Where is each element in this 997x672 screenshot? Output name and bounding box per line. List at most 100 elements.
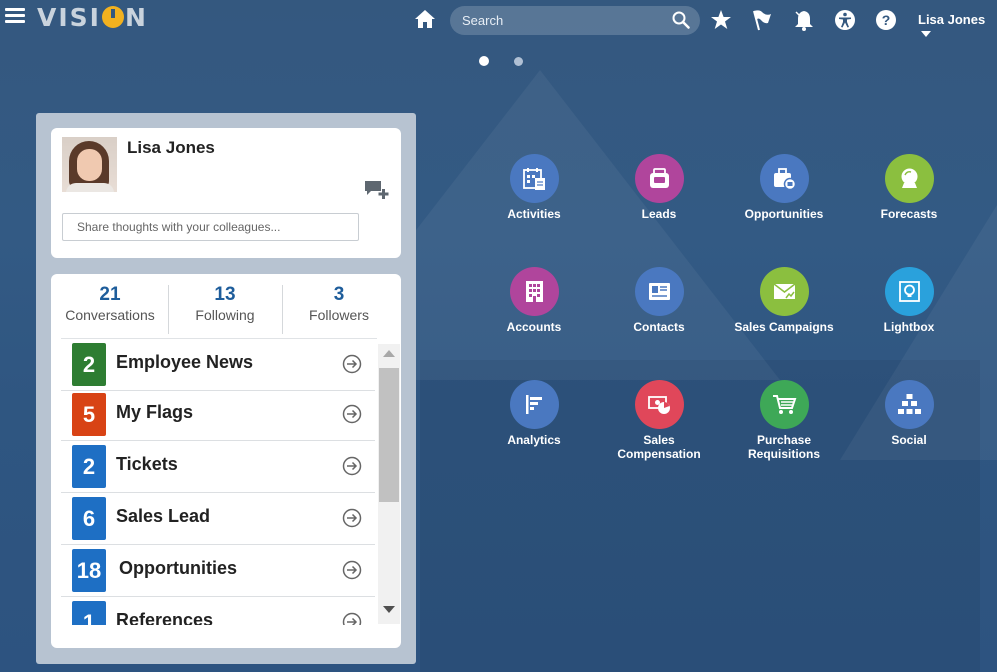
social-icon (897, 394, 921, 414)
stat-followers[interactable]: 3 Followers (282, 284, 396, 323)
stat-value: 3 (333, 284, 345, 305)
app-circle (509, 154, 559, 203)
svg-text:?: ? (882, 12, 891, 28)
app-circle (509, 380, 559, 429)
list-scrollbar[interactable] (378, 344, 400, 624)
arrow-right-circle-icon[interactable] (342, 612, 362, 625)
app-accounts[interactable]: Accounts (474, 267, 594, 334)
app-lightbox[interactable]: Lightbox (849, 267, 969, 334)
app-sales-campaigns[interactable]: Sales Campaigns (724, 267, 844, 334)
app-label: Social (891, 433, 927, 447)
hamburger-menu-icon[interactable] (5, 8, 25, 24)
app-label: Activities (507, 207, 561, 221)
arrow-right-circle-icon[interactable] (342, 508, 362, 528)
count-badge: 18 (72, 549, 106, 592)
app-label: Accounts (506, 320, 562, 334)
notifications-bell-icon[interactable] (793, 9, 815, 31)
search-icon[interactable] (672, 11, 690, 29)
app-activities[interactable]: Activities (474, 154, 594, 221)
arrow-right-circle-icon[interactable] (342, 404, 362, 424)
app-social[interactable]: Social (849, 380, 969, 447)
list-item-label: Employee News (116, 352, 254, 372)
accounts-icon (525, 281, 543, 302)
app-label: Sales Campaigns (734, 320, 834, 334)
opportunities-icon (773, 168, 796, 191)
app-purchase-requisitions[interactable]: Purchase Requisitions (724, 380, 844, 461)
forecasts-icon (901, 168, 917, 188)
arrow-right-circle-icon[interactable] (342, 560, 362, 580)
user-menu[interactable]: Lisa Jones (918, 12, 997, 42)
activity-list: 2 Employee News 5 My Flags 2 Tickets 6 S… (61, 338, 377, 625)
app-label: Sales Compensation (617, 433, 701, 461)
list-item-label: Tickets (116, 454, 178, 474)
chevron-down-icon (921, 31, 931, 37)
count-badge: 6 (72, 497, 106, 540)
app-forecasts[interactable]: Forecasts (849, 154, 969, 221)
scroll-up-icon[interactable] (383, 350, 395, 357)
list-item-label: Opportunities (119, 558, 237, 578)
new-conversation-icon[interactable] (364, 179, 390, 201)
lightbox-icon (898, 281, 920, 302)
count-badge: 2 (72, 445, 106, 488)
share-thoughts-input[interactable] (62, 213, 359, 241)
social-panel: Lisa Jones 21 Conversations 13 Following… (36, 113, 416, 664)
stat-label: Following (195, 307, 255, 323)
app-label: Leads (641, 207, 677, 221)
app-circle (634, 267, 684, 316)
app-circle (884, 154, 934, 203)
app-opportunities[interactable]: Opportunities (724, 154, 844, 221)
list-item-opportunities[interactable]: 18 Opportunities (61, 545, 375, 597)
accessibility-icon[interactable] (834, 9, 856, 31)
stat-label: Followers (309, 307, 369, 323)
sales-campaigns-icon (773, 283, 795, 299)
top-bar: VISIN ? Lisa Jones (0, 0, 997, 40)
scroll-thumb[interactable] (379, 368, 399, 502)
sales-compensation-icon (647, 396, 670, 414)
app-analytics[interactable]: Analytics (474, 380, 594, 447)
count-badge: 2 (72, 343, 106, 386)
app-label: Lightbox (883, 320, 935, 334)
app-leads[interactable]: Leads (599, 154, 719, 221)
count-badge: 5 (72, 393, 106, 436)
list-item-label: References (116, 610, 214, 625)
scroll-down-icon[interactable] (383, 606, 395, 613)
home-icon[interactable] (414, 9, 436, 29)
list-item-employee-news[interactable]: 2 Employee News (61, 339, 375, 391)
carousel-dot-2[interactable] (514, 57, 523, 66)
app-label: Analytics (507, 433, 561, 447)
search-input[interactable] (462, 11, 662, 30)
app-circle (509, 267, 559, 316)
profile-name[interactable]: Lisa Jones (127, 138, 215, 158)
purchase-requisitions-icon (772, 395, 796, 414)
app-label: Forecasts (880, 207, 938, 221)
app-contacts[interactable]: Contacts (599, 267, 719, 334)
app-label: Contacts (633, 320, 685, 334)
favorites-star-icon[interactable] (710, 9, 732, 31)
app-sales-compensation[interactable]: Sales Compensation (599, 380, 719, 461)
count-badge: 1 (72, 601, 106, 625)
stats-card: 21 Conversations 13 Following 3 Follower… (51, 274, 401, 648)
help-icon[interactable]: ? (875, 9, 897, 31)
stat-conversations[interactable]: 21 Conversations (53, 284, 167, 323)
list-item-tickets[interactable]: 2 Tickets (61, 441, 375, 493)
vision-logo[interactable]: VISI N (37, 3, 148, 32)
list-item-references[interactable]: 1 References (61, 597, 375, 625)
app-circle (759, 267, 809, 316)
avatar[interactable] (62, 137, 117, 192)
app-circle (884, 267, 934, 316)
contacts-icon (648, 283, 670, 300)
app-circle (634, 154, 684, 203)
list-item-label: My Flags (116, 402, 194, 422)
leads-icon (649, 168, 669, 188)
watchlist-flag-icon[interactable] (751, 9, 773, 31)
list-item-my-flags[interactable]: 5 My Flags (61, 389, 375, 441)
app-circle (759, 380, 809, 429)
arrow-right-circle-icon[interactable] (342, 456, 362, 476)
stat-value: 21 (99, 284, 121, 305)
app-circle (884, 380, 934, 429)
carousel-dot-1[interactable] (479, 56, 489, 66)
arrow-right-circle-icon[interactable] (342, 354, 362, 374)
stat-following[interactable]: 13 Following (168, 284, 282, 323)
list-item-sales-lead[interactable]: 6 Sales Lead (61, 493, 375, 545)
search-box (450, 6, 700, 35)
